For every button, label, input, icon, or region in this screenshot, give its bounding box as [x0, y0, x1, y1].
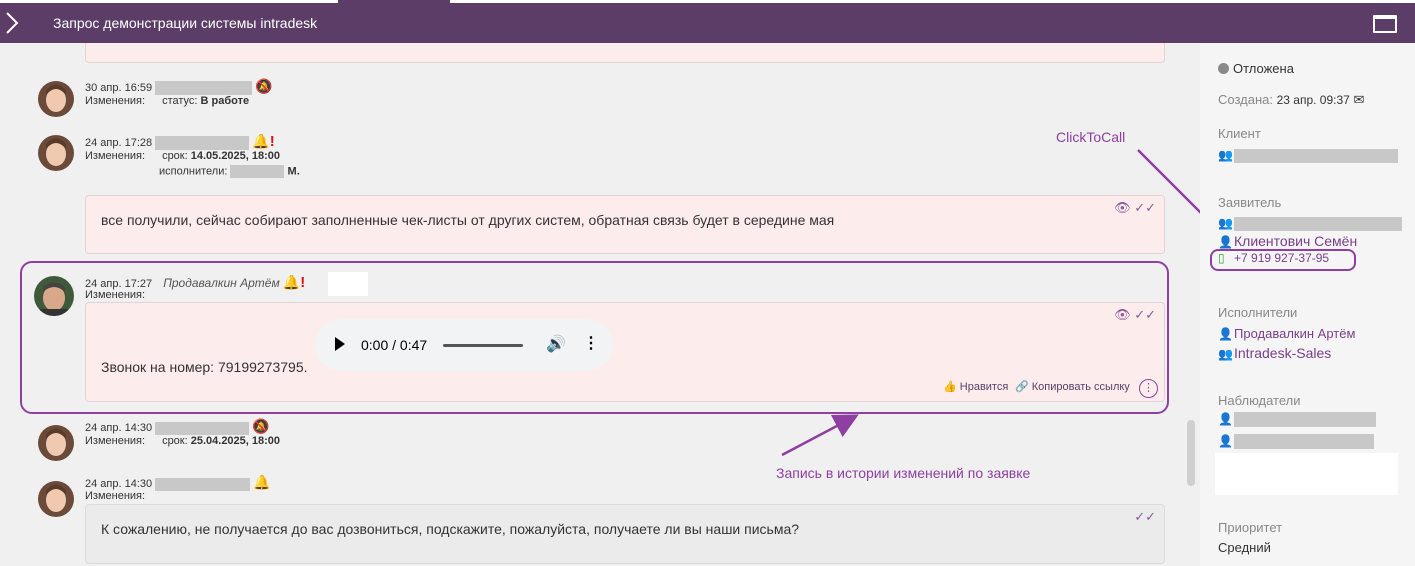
assignee-group[interactable]: 👥Intradesk-Sales	[1218, 345, 1331, 361]
change-value: 14.05.2025, 18:00	[190, 150, 281, 162]
change-field: статус:	[162, 95, 198, 107]
redacted-name	[230, 165, 285, 178]
requester-org: 👥	[1218, 215, 1402, 231]
bell-icon[interactable]: 🔔	[252, 133, 269, 149]
entry-time: 30 апр. 16:59	[85, 82, 153, 94]
page-title: Запрос демонстрации системы intradesk	[53, 15, 318, 31]
watchers-label: Наблюдатели	[1218, 393, 1301, 408]
watcher-row: 👤	[1218, 433, 1374, 450]
redacted-watcher	[1234, 412, 1376, 428]
scrollbar[interactable]	[1187, 420, 1195, 486]
alert-icon: !	[269, 133, 275, 150]
status-text: Отложена	[1233, 61, 1294, 76]
watcher-row: 👤	[1218, 411, 1376, 428]
redacted-name	[155, 136, 250, 151]
assignee-person[interactable]: 👤Продавалкин Артём	[1218, 326, 1355, 341]
created-info: Создана: 23 апр. 09:37 ✉	[1218, 92, 1364, 108]
redacted-name	[155, 81, 253, 96]
user-icon: 👤	[1218, 412, 1233, 426]
history-changes: исполнители: М.	[159, 165, 300, 178]
comment-card: ✓✓ К сожалению, не получается до вас доз…	[85, 504, 1165, 564]
entry-time: 24 апр. 14:30	[85, 422, 153, 434]
entry-time: 24 апр. 14:30	[85, 478, 153, 490]
created-label: Создана:	[1218, 92, 1273, 107]
avatar	[38, 81, 74, 117]
status-dot-icon	[1218, 63, 1229, 74]
mail-icon[interactable]: ✉	[1353, 92, 1364, 107]
details-sidebar: Отложена Создана: 23 апр. 09:37 ✉ Клиент…	[1200, 43, 1415, 566]
redacted-box	[1215, 453, 1398, 495]
avatar	[38, 481, 74, 517]
comment-card	[85, 43, 1165, 63]
assignees-label: Исполнители	[1218, 305, 1298, 320]
group-icon: 👥	[1218, 216, 1233, 230]
assignee-group-name[interactable]: Intradesk-Sales	[1234, 345, 1331, 361]
group-icon: 👥	[1218, 347, 1233, 361]
priority-value[interactable]: Средний	[1218, 540, 1271, 555]
change-value: 25.04.2025, 18:00	[190, 435, 281, 447]
user-icon: 👤	[1218, 327, 1233, 341]
highlight-frame	[20, 261, 1169, 414]
changes-label: Изменения:	[85, 95, 146, 107]
requester-person[interactable]: 👤Клиентович Семён	[1218, 233, 1357, 249]
comment-text: все получили, сейчас собирают заполненны…	[101, 212, 835, 228]
user-icon: 👤	[1218, 434, 1233, 448]
history-changes: Изменения: срок: 25.04.2025, 18:00	[85, 435, 280, 447]
requester-label: Заявитель	[1218, 195, 1282, 210]
change-value: М.	[287, 165, 300, 178]
client-label: Клиент	[1218, 126, 1261, 141]
redacted-name	[155, 477, 251, 491]
client-value: 👥	[1218, 147, 1398, 163]
redacted-org	[1234, 216, 1402, 231]
created-value: 23 апр. 09:37	[1276, 93, 1350, 107]
history-entry: 30 апр. 16:59 🔕	[85, 78, 273, 96]
comment-text: К сожалению, не получается до вас дозвон…	[101, 521, 800, 537]
history-changes: Изменения: срок: 14.05.2025, 18:00	[85, 150, 280, 162]
seen-icon: 👁 ✓✓	[1114, 200, 1156, 215]
change-value: В работе	[200, 95, 250, 107]
priority-label: Приоритет	[1218, 520, 1283, 535]
group-icon: 👥	[1218, 148, 1233, 162]
history-changes: Изменения: статус: В работе	[85, 95, 249, 107]
chevron-right-icon[interactable]	[4, 11, 20, 35]
bell-icon[interactable]: 🔔	[253, 474, 270, 490]
highlight-phone-frame	[1210, 249, 1356, 271]
changes-label: Изменения:	[85, 435, 146, 447]
history-changes: Изменения:	[85, 490, 159, 502]
redacted-client	[1234, 148, 1398, 163]
change-field: исполнители:	[159, 165, 228, 178]
redacted-name	[155, 421, 250, 435]
changes-label: Изменения:	[85, 490, 146, 502]
avatar	[38, 425, 74, 461]
user-icon: 👤	[1218, 235, 1233, 249]
change-field: срок:	[162, 150, 188, 162]
history-entry: 24 апр. 14:30 🔔	[85, 474, 271, 491]
bell-off-icon[interactable]: 🔕	[252, 418, 269, 434]
header-bar: Запрос демонстрации системы intradesk	[0, 3, 1415, 43]
window-toggle-icon[interactable]	[1373, 15, 1397, 33]
avatar	[38, 135, 74, 171]
annotation-history: Запись в истории изменений по заявке	[776, 465, 1031, 481]
status-badge: Отложена	[1218, 61, 1294, 76]
assignee-name[interactable]: Продавалкин Артём	[1234, 326, 1355, 341]
history-panel: 30 апр. 16:59 🔕 Изменения: статус: В раб…	[0, 43, 1200, 566]
change-field: срок:	[162, 435, 188, 447]
annotation-clicktocall: ClickToCall	[1056, 129, 1126, 145]
history-entry: 24 апр. 17:28 🔔!	[85, 133, 275, 151]
entry-time: 24 апр. 17:28	[85, 137, 153, 149]
seen-icon: ✓✓	[1134, 509, 1156, 524]
requester-name[interactable]: Клиентович Семён	[1234, 233, 1357, 249]
redacted-watcher	[1234, 434, 1374, 450]
history-entry: 24 апр. 14:30 🔕	[85, 418, 270, 435]
comment-card: 👁 ✓✓ все получили, сейчас собирают запол…	[85, 195, 1165, 254]
bell-off-icon[interactable]: 🔕	[255, 78, 272, 94]
changes-label: Изменения:	[85, 150, 146, 162]
